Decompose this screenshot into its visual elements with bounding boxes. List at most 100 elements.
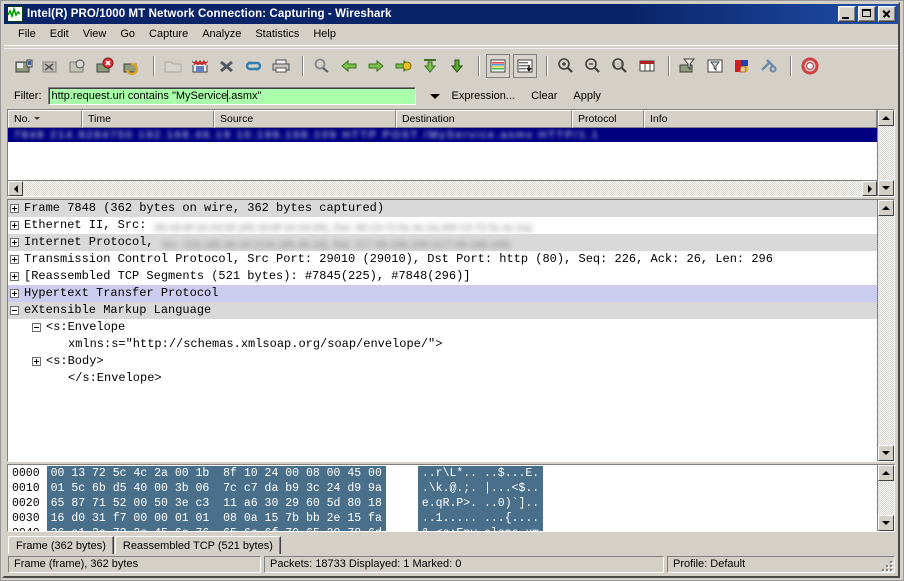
expand-plus-icon[interactable] [10,289,19,298]
expand-plus-icon[interactable] [10,221,19,230]
hex-dump-content[interactable]: 0000 0010 0020 00300040 00 13 72 5c 4c 2a 0… [8,465,877,531]
go-last-packet-icon[interactable] [445,54,469,78]
hex-ascii: ..r\L*.. ..$...E. [417,466,544,481]
expand-plus-icon[interactable] [10,204,19,213]
menu-capture[interactable]: Capture [142,26,195,42]
coloring-rules-icon[interactable] [730,54,754,78]
column-header-destination[interactable]: Destination [396,110,572,128]
protocol-tree[interactable]: Frame 7848 (362 bytes on wire, 362 bytes… [8,200,877,461]
status-left: Frame (frame), 362 bytes [8,555,261,573]
tree-row-xml[interactable]: eXtensible Markup Language [8,302,877,319]
apply-filter-button[interactable]: Apply [573,90,601,102]
close-file-icon[interactable] [215,54,239,78]
tree-row-envelope-close[interactable]: </s:Envelope> [8,370,877,387]
tab-reassembled-tcp[interactable]: Reassembled TCP (521 bytes) [114,536,281,554]
resize-columns-icon[interactable] [635,54,659,78]
menu-statistics[interactable]: Statistics [248,26,306,42]
menu-view[interactable]: View [76,26,114,42]
vscroll-up-arrow[interactable] [878,465,894,481]
expand-plus-icon[interactable] [32,357,41,366]
column-header-no[interactable]: No. [8,110,82,128]
tree-row-ethernet[interactable]: Ethernet II, Src: 00:1b:8f:10:24:00 (00:… [8,217,877,234]
detail-vscrollbar[interactable] [877,200,894,461]
tree-row-ip[interactable]: Internet Protocol, Src: 218.185.46.19 (2… [8,234,877,251]
hscroll-right-arrow[interactable] [862,181,877,196]
start-capture-icon[interactable] [66,54,90,78]
vscroll-up-arrow[interactable] [878,200,894,216]
capture-options-icon[interactable] [39,54,63,78]
tree-row-frame[interactable]: Frame 7848 (362 bytes on wire, 362 bytes… [8,200,877,217]
stop-capture-icon[interactable] [93,54,117,78]
vscroll-track[interactable] [878,216,894,445]
hex-vscrollbar[interactable] [877,465,894,531]
hscroll-track[interactable] [23,181,862,196]
packet-list-vscrollbar[interactable] [877,110,894,196]
restart-capture-icon[interactable] [120,54,144,78]
open-file-icon[interactable] [161,54,185,78]
vscroll-track[interactable] [878,126,894,180]
toolbar-separator-5 [668,56,670,76]
column-label-no: No. [14,113,31,125]
find-packet-icon[interactable] [310,54,334,78]
reload-file-icon[interactable] [242,54,266,78]
list-interfaces-icon[interactable] [12,54,36,78]
expand-plus-icon[interactable] [10,272,19,281]
minimize-button[interactable] [838,6,856,22]
tree-row-reassembled[interactable]: [Reassembled TCP Segments (521 bytes): #… [8,268,877,285]
filter-input[interactable]: http.request.uri contains "MyService .asm… [47,87,416,105]
close-button[interactable] [878,6,896,22]
zoom-reset-icon[interactable]: 1:1 [608,54,632,78]
print-icon[interactable] [269,54,293,78]
status-profile[interactable]: Profile: Default [667,555,895,573]
column-header-info[interactable]: Info [644,110,877,128]
menu-edit[interactable]: Edit [43,26,76,42]
help-icon[interactable] [798,54,822,78]
expand-plus-icon[interactable] [10,238,19,247]
tree-row-xmlns[interactable]: xmlns:s="http://schemas.xmlsoap.org/soap… [8,336,877,353]
vscroll-down-arrow[interactable] [878,180,894,196]
tree-row-tcp[interactable]: Transmission Control Protocol, Src Port:… [8,251,877,268]
chevron-down-icon[interactable] [429,93,440,99]
column-header-protocol[interactable]: Protocol [572,110,644,128]
display-filters-icon[interactable] [703,54,727,78]
resize-grip-icon[interactable] [880,559,892,571]
maximize-button[interactable] [858,6,876,22]
tree-row-label: Ethernet II, Src: [24,218,147,232]
packet-list-rows[interactable]: 7848 214.9284750 192.168.46.19 10.199.16… [8,128,877,180]
packet-list-hscrollbar[interactable] [8,180,877,196]
menu-go[interactable]: Go [113,26,142,42]
tree-row-label: Frame 7848 (362 bytes on wire, 362 bytes… [24,201,385,215]
zoom-in-icon[interactable] [554,54,578,78]
menu-help[interactable]: Help [306,26,343,42]
vscroll-down-arrow[interactable] [878,445,894,461]
hscroll-left-arrow[interactable] [8,181,23,196]
tree-row-envelope[interactable]: <s:Envelope [8,319,877,336]
tree-row-http[interactable]: Hypertext Transfer Protocol [8,285,877,302]
menu-file[interactable]: File [11,26,43,42]
colorize-packets-icon[interactable] [486,54,510,78]
column-header-source[interactable]: Source [214,110,396,128]
collapse-minus-icon[interactable] [10,306,19,315]
collapse-minus-icon[interactable] [32,323,41,332]
expand-plus-icon[interactable] [10,255,19,264]
column-header-time[interactable]: Time [82,110,214,128]
tab-frame[interactable]: Frame (362 bytes) [8,536,114,554]
vscroll-down-arrow[interactable] [878,515,894,531]
go-back-icon[interactable] [337,54,361,78]
clear-filter-button[interactable]: Clear [531,90,557,102]
packet-row-selected[interactable]: 7848 214.9284750 192.168.46.19 10.199.16… [8,128,877,142]
tree-row-body[interactable]: <s:Body> [8,353,877,370]
capture-filters-icon[interactable] [676,54,700,78]
menu-analyze[interactable]: Analyze [195,26,248,42]
go-first-packet-icon[interactable] [418,54,442,78]
preferences-icon[interactable] [757,54,781,78]
packet-details-pane: Frame 7848 (362 bytes on wire, 362 bytes… [7,199,895,462]
save-file-icon[interactable] [188,54,212,78]
vscroll-up-arrow[interactable] [878,110,894,126]
go-forward-icon[interactable] [364,54,388,78]
expression-button[interactable]: Expression... [452,90,516,102]
vscroll-track[interactable] [878,481,894,515]
go-to-packet-icon[interactable] [391,54,415,78]
auto-scroll-icon[interactable] [513,54,537,78]
zoom-out-icon[interactable] [581,54,605,78]
